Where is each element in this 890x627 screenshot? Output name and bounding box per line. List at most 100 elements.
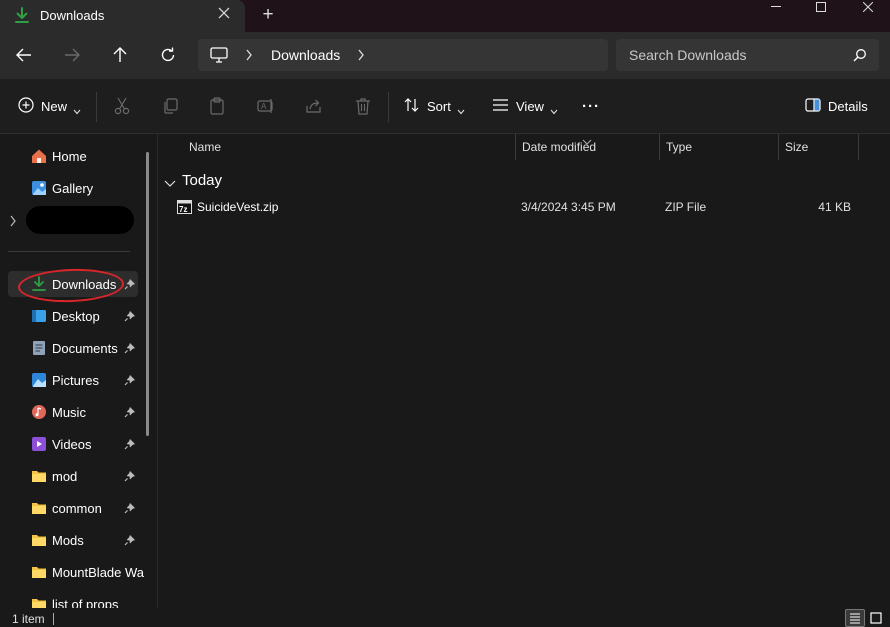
group-label: Today [182,171,223,189]
rename-icon[interactable]: A [256,96,276,116]
sidebar-item-label: Pictures [52,373,99,388]
chevron-down-icon [164,176,176,187]
pin-icon[interactable] [124,502,136,514]
chevron-down-icon [457,103,465,115]
details-label: Details [828,98,868,114]
search-input[interactable] [616,39,846,71]
refresh-icon[interactable] [154,41,182,69]
share-icon[interactable] [304,96,324,116]
sidebar-item-label: Documents [52,341,118,356]
pin-icon[interactable] [124,374,136,386]
table-row[interactable]: 7z SuicideVest.zip 3/4/2024 3:45 PM ZIP … [171,196,871,218]
sidebar-item-gallery[interactable]: Gallery [22,175,142,201]
pin-icon[interactable] [124,470,136,482]
tab-title: Downloads [40,8,105,23]
sort-icon [404,97,420,116]
folder-icon [31,532,47,548]
sidebar-item-label: Desktop [52,309,100,324]
breadcrumb-downloads[interactable]: Downloads [271,47,340,63]
computer-icon[interactable] [210,47,228,63]
sidebar-scrollbar[interactable] [146,152,149,436]
view-button[interactable]: View [492,93,558,119]
plus-circle-icon [18,96,34,116]
delete-icon[interactable] [353,96,373,116]
status-divider [53,613,54,625]
videos-icon [31,436,47,452]
sidebar-item-documents[interactable]: Documents [22,335,142,361]
new-tab-button[interactable]: + [258,4,278,26]
new-button[interactable]: New [18,93,81,119]
sidebar-item-common[interactable]: common [22,495,142,521]
column-header-name[interactable]: Name [183,134,516,160]
up-icon[interactable] [106,41,134,69]
sidebar-item-music[interactable]: Music [22,399,142,425]
details-pane-button[interactable]: Details [805,93,868,119]
sidebar-item-list-of-props[interactable]: list of props [22,591,142,608]
column-header-date[interactable]: Date modified [516,134,660,160]
paste-icon[interactable] [207,96,227,116]
sidebar-item-label: Videos [52,437,92,452]
sidebar-item-label: Gallery [52,181,94,196]
svg-text:A: A [261,102,267,111]
tiles-view-icon[interactable] [866,609,886,627]
forward-icon[interactable] [58,41,86,69]
sidebar-item-videos[interactable]: Videos [22,431,142,457]
breadcrumb-chevron-icon[interactable] [357,46,365,64]
expand-chevron-icon[interactable] [8,215,18,227]
title-bar: Downloads + [0,0,890,32]
sort-button[interactable]: Sort [404,93,465,119]
navigation-pane: Home Gallery Downloads Desktop Documents… [0,134,158,608]
details-view-icon[interactable] [845,609,865,627]
sidebar-item-mountblade[interactable]: MountBlade Wa [22,559,144,585]
column-header-size[interactable]: Size [779,134,859,160]
pin-icon[interactable] [124,342,136,354]
close-window-icon[interactable] [848,0,888,14]
column-header-label: Name [189,140,222,154]
search-icon[interactable] [853,48,867,62]
close-tab-icon[interactable] [216,6,232,24]
item-count: 1 item [12,612,45,626]
chevron-down-icon [73,103,81,115]
maximize-icon[interactable] [801,0,841,14]
file-size: 41 KB [818,200,851,214]
column-header-label: Date modified [522,140,597,154]
column-header-label: Size [785,140,809,154]
pin-icon[interactable] [124,534,136,546]
chevron-down-icon [550,103,558,115]
status-bar: 1 item [0,608,890,627]
sidebar-item-desktop[interactable]: Desktop [22,303,142,329]
svg-text:7z: 7z [179,205,187,214]
view-label: View [516,98,544,114]
sidebar-item-label: common [52,501,102,516]
sort-label: Sort [427,98,451,114]
minimize-icon[interactable] [756,0,796,14]
tab-downloads[interactable]: Downloads [0,0,245,32]
copy-icon[interactable] [160,96,180,116]
pin-icon[interactable] [124,278,136,290]
new-label: New [41,98,68,114]
cut-icon[interactable] [112,96,132,116]
folder-icon [31,564,47,580]
sidebar-item-mod[interactable]: mod [22,463,142,489]
sidebar-item-mods[interactable]: Mods [22,527,142,553]
more-options-button[interactable]: ··· [582,93,600,119]
group-header-today[interactable]: Today [164,170,222,190]
column-header-type[interactable]: Type [660,134,779,160]
breadcrumb-chevron-icon[interactable] [245,46,253,64]
folder-icon [31,500,47,516]
pin-icon[interactable] [124,310,136,322]
redacted-region [26,206,134,234]
search-box[interactable] [616,39,879,71]
pin-icon[interactable] [124,438,136,450]
view-list-icon [492,98,509,115]
sidebar-item-home[interactable]: Home [22,143,142,169]
back-icon[interactable] [10,41,38,69]
sidebar-item-pictures[interactable]: Pictures [22,367,142,393]
pin-icon[interactable] [124,406,136,418]
sidebar-item-label: list of props [52,597,119,608]
file-type: ZIP File [665,200,707,214]
address-bar[interactable]: Downloads [198,39,608,71]
command-bar: New A Sort View ··· Details [0,79,890,134]
home-icon [31,148,47,164]
pictures-icon [31,372,47,388]
